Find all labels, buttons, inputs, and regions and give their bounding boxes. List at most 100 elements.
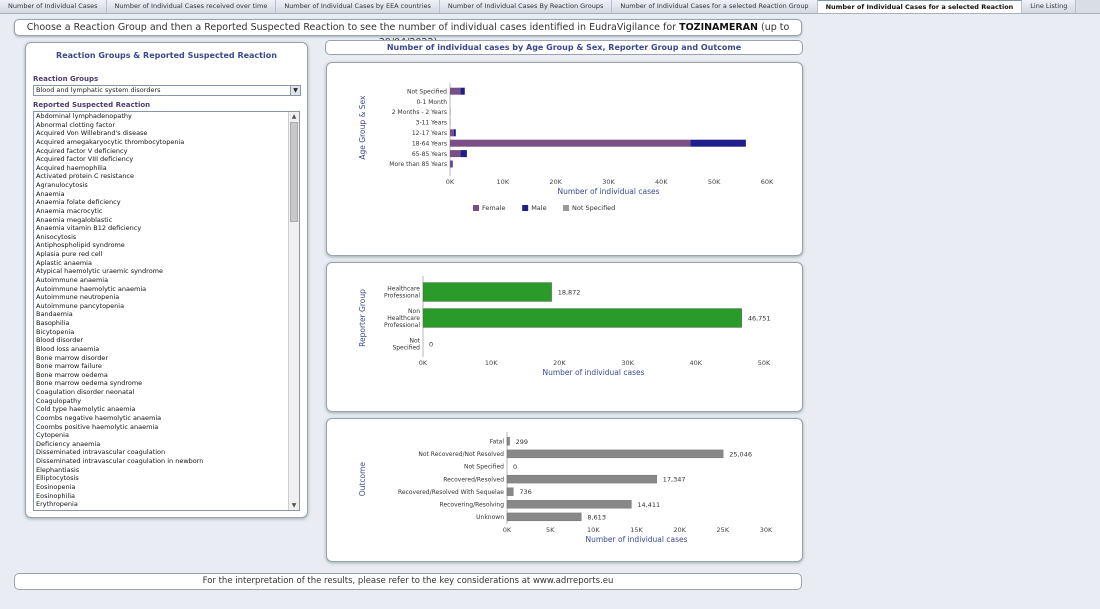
reaction-list-item[interactable]: Aplasia pure red cell bbox=[34, 250, 299, 259]
reaction-list-item[interactable]: Coagulation disorder neonatal bbox=[34, 388, 299, 397]
reaction-list-item[interactable]: Bone marrow oedema bbox=[34, 371, 299, 380]
reaction-list-item[interactable]: Acquired Von Willebrand's disease bbox=[34, 129, 299, 138]
reaction-list-item[interactable]: Autoimmune anaemia bbox=[34, 276, 299, 285]
reaction-list-item[interactable]: Coagulopathy bbox=[34, 397, 299, 406]
reaction-list-item[interactable]: Autoimmune neutropenia bbox=[34, 293, 299, 302]
reaction-list-item[interactable]: Cold type haemolytic anaemia bbox=[34, 405, 299, 414]
reaction-list-item[interactable]: Acquired factor V deficiency bbox=[34, 147, 299, 156]
reaction-list-item[interactable]: Deficiency anaemia bbox=[34, 440, 299, 449]
reaction-list-item[interactable]: Anaemia folate deficiency bbox=[34, 198, 299, 207]
reaction-list-item[interactable]: Bone marrow failure bbox=[34, 362, 299, 371]
tab-5[interactable]: Number of Individual Cases for a selecte… bbox=[817, 0, 1023, 13]
tab-4[interactable]: Number of Individual Cases for a selecte… bbox=[612, 0, 818, 13]
age-sex-chart-panel: Age Group & Sex 0K 10K 20K 30K 40K 50K 60K Numbe… bbox=[326, 62, 803, 256]
reaction-list-item[interactable]: Anaemia vitamin B12 deficiency bbox=[34, 224, 299, 233]
tab-2[interactable]: Number of Individual Cases by EEA countr… bbox=[276, 0, 440, 13]
selected-group: Blood and lymphatic system disorders bbox=[36, 86, 161, 94]
data-label: 25,046 bbox=[729, 450, 752, 458]
reaction-list-item[interactable]: Antiphospholipid syndrome bbox=[34, 241, 299, 250]
scroll-down-icon[interactable]: ▼ bbox=[289, 501, 299, 510]
reaction-list-item[interactable]: Blood loss anaemia bbox=[34, 345, 299, 354]
bar-segment-female bbox=[450, 87, 461, 95]
reaction-list-item[interactable]: Autoimmune haemolytic anaemia bbox=[34, 285, 299, 294]
reaction-list-item[interactable]: Autoimmune pancytopenia bbox=[34, 302, 299, 311]
reaction-list-item[interactable]: Basophilia bbox=[34, 319, 299, 328]
reaction-list-item[interactable]: Acquired haemophilia bbox=[34, 164, 299, 173]
reaction-list-item[interactable]: Blood disorder bbox=[34, 336, 299, 345]
bar bbox=[506, 500, 632, 509]
reaction-list-item[interactable]: Eosinophilia bbox=[34, 492, 299, 501]
category-label: Healthcare bbox=[387, 315, 420, 322]
reaction-list-item[interactable]: Bone marrow oedema syndrome bbox=[34, 379, 299, 388]
reaction-list-item[interactable]: Anisocytosis bbox=[34, 233, 299, 242]
x-tick-label: 30K bbox=[621, 359, 634, 367]
category-label: 18-64 Years bbox=[412, 140, 447, 147]
category-label: 2 Months - 2 Years bbox=[392, 109, 447, 116]
reaction-list-item[interactable]: Acquired factor VIII deficiency bbox=[34, 155, 299, 164]
category-label: Not Recovered/Not Resolved bbox=[418, 451, 504, 458]
bar-segment-female bbox=[450, 139, 691, 147]
tab-1[interactable]: Number of Individual Cases received over… bbox=[106, 0, 277, 13]
data-label: 8,613 bbox=[587, 513, 606, 521]
reaction-list-item[interactable]: Erythropenia bbox=[34, 500, 299, 509]
x-axis-label: Number of individual cases bbox=[542, 368, 644, 377]
category-label: Recovered/Resolved bbox=[443, 476, 504, 483]
dropdown-arrow-icon[interactable]: ▼ bbox=[290, 86, 300, 95]
tab-0[interactable]: Number of Individual Cases bbox=[0, 0, 107, 13]
reaction-list-item[interactable]: Evans syndrome bbox=[34, 509, 299, 510]
reaction-list-item[interactable]: Eosinopenia bbox=[34, 483, 299, 492]
scroll-thumb[interactable] bbox=[290, 122, 298, 222]
reaction-list-item[interactable]: Anaemia megaloblastic bbox=[34, 216, 299, 225]
panel-title: Reaction Groups & Reported Suspected Rea… bbox=[56, 51, 277, 60]
bar bbox=[506, 487, 514, 496]
x-axis-label: Number of individual cases bbox=[557, 187, 659, 196]
category-label: Unknown bbox=[476, 514, 504, 521]
reporter-chart-panel: Reporter Group 0K 10K 20K 30K 40K 50K Number of… bbox=[326, 262, 803, 412]
reaction-list-item[interactable]: Anaemia bbox=[34, 190, 299, 199]
reaction-list-item[interactable]: Agranulocytosis bbox=[34, 181, 299, 190]
reaction-list-item[interactable]: Acquired amegakaryocytic thrombocytopeni… bbox=[34, 138, 299, 147]
reaction-listbox[interactable]: Abdominal lymphadenopathy Abnormal clotti… bbox=[33, 111, 300, 511]
x-tick-label: 40K bbox=[655, 178, 668, 186]
reaction-list-item[interactable]: Activated protein C resistance bbox=[34, 172, 299, 181]
bar-segment-male bbox=[460, 87, 465, 95]
reaction-list-item[interactable]: Elephantiasis bbox=[34, 466, 299, 475]
outcome-chart: Outcome 0K 5K 10K 15K 20K 25K 30K Number of indi… bbox=[358, 432, 773, 544]
x-tick-label: 50K bbox=[708, 178, 721, 186]
category-label: Professional bbox=[384, 322, 420, 329]
listbox-scrollbar[interactable]: ▲ ▼ bbox=[288, 112, 299, 510]
reaction-list-item[interactable]: Bone marrow disorder bbox=[34, 354, 299, 363]
tab-6[interactable]: Line Listing bbox=[1022, 0, 1077, 13]
scroll-up-icon[interactable]: ▲ bbox=[289, 112, 299, 121]
data-label: 14,411 bbox=[637, 501, 660, 509]
category-label: Healthcare bbox=[387, 286, 420, 293]
footer-note: For the interpretation of the results, p… bbox=[14, 573, 802, 590]
reaction-list-item[interactable]: Coombs negative haemolytic anaemia bbox=[34, 414, 299, 423]
reaction-list-item[interactable]: Abdominal lymphadenopathy bbox=[34, 112, 299, 121]
reporter-chart: Reporter Group 0K 10K 20K 30K 40K 50K Number of… bbox=[358, 276, 771, 377]
reaction-list-item[interactable]: Bicytopenia bbox=[34, 328, 299, 337]
category-label: More than 85 Years bbox=[389, 161, 447, 168]
reaction-list-item[interactable]: Disseminated intravascular coagulation bbox=[34, 448, 299, 457]
reaction-list-item[interactable]: Elliptocytosis bbox=[34, 474, 299, 483]
tab-3[interactable]: Number of Individual Cases By Reaction G… bbox=[439, 0, 613, 13]
reaction-list-item[interactable]: Aplastic anaemia bbox=[34, 259, 299, 268]
x-tick-label: 20K bbox=[553, 359, 566, 367]
reaction-group-select[interactable]: Blood and lymphatic system disorders ▼ bbox=[33, 85, 301, 96]
reported-reaction-label: Reported Suspected Reaction bbox=[33, 101, 151, 109]
reaction-list-item[interactable]: Cytopenia bbox=[34, 431, 299, 440]
x-tick-label: 20K bbox=[549, 178, 562, 186]
x-tick-label: 25K bbox=[717, 526, 730, 534]
x-tick-label: 0K bbox=[503, 526, 512, 534]
reaction-list-item[interactable]: Disseminated intravascular coagulation i… bbox=[34, 457, 299, 466]
bar bbox=[506, 449, 724, 459]
reaction-list-item[interactable]: Bandaemia bbox=[34, 310, 299, 319]
reaction-list-item[interactable]: Abnormal clotting factor bbox=[34, 121, 299, 130]
reaction-list-item[interactable]: Coombs positive haemolytic anaemia bbox=[34, 423, 299, 432]
instruction-banner: Choose a Reaction Group and then a Repor… bbox=[14, 19, 802, 48]
y-axis-label: Reporter Group bbox=[358, 289, 367, 347]
data-label: 0 bbox=[513, 463, 517, 471]
reaction-list-item[interactable]: Anaemia macrocytic bbox=[34, 207, 299, 216]
data-label: 46,751 bbox=[748, 315, 771, 323]
reaction-list-item[interactable]: Atypical haemolytic uraemic syndrome bbox=[34, 267, 299, 276]
